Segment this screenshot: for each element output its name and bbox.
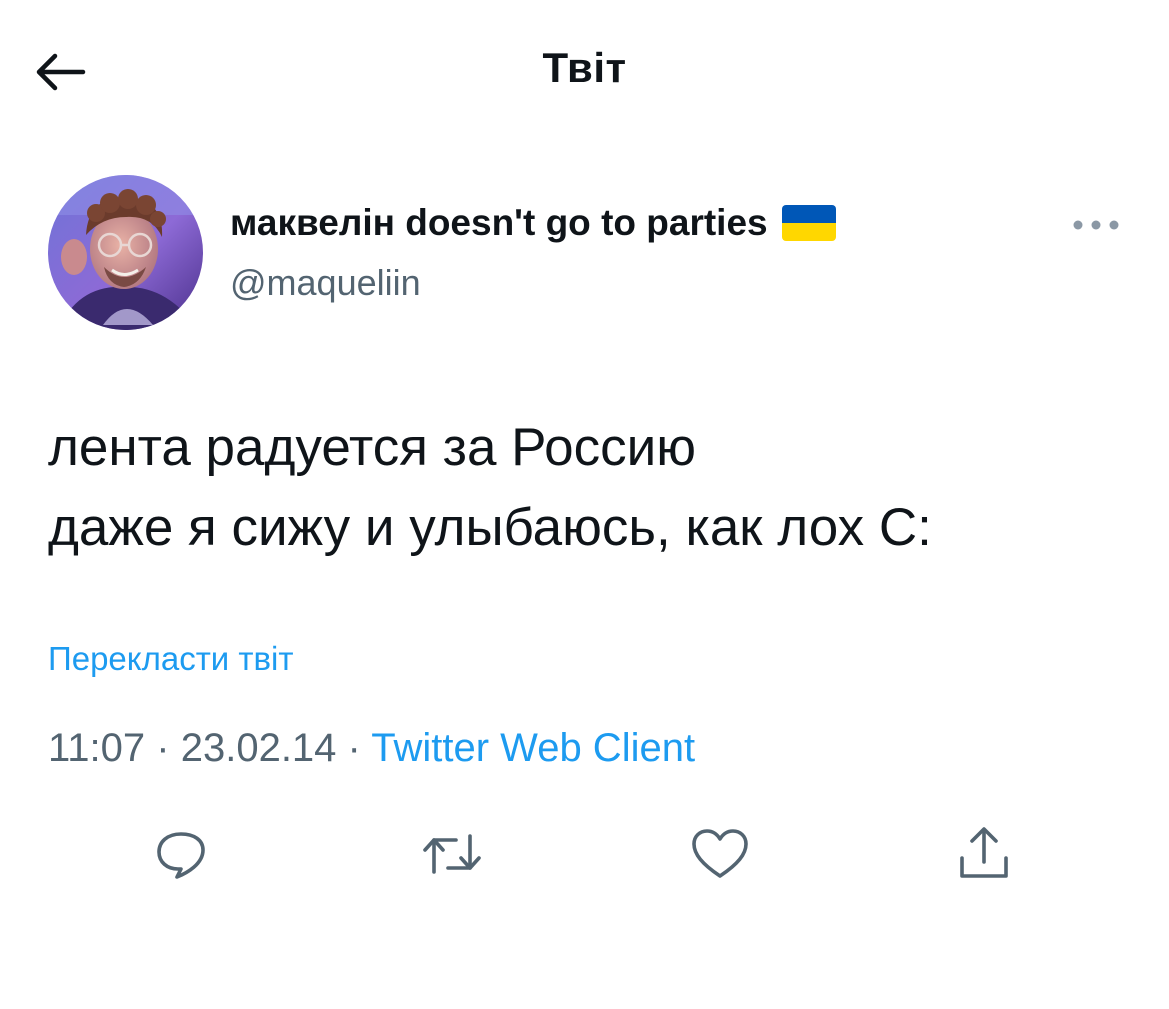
user-name-row: маквелін doesn't go to parties xyxy=(230,202,836,244)
tweet-meta: 11:07 · 23.02.14 · Twitter Web Client xyxy=(48,726,695,771)
page-title: Твіт xyxy=(542,44,627,91)
more-options-button[interactable] xyxy=(1068,210,1124,240)
top-bar: Твіт xyxy=(0,0,1169,145)
meta-separator: · xyxy=(347,726,361,770)
tweet-text: лента радуется за Россию даже я сижу и у… xyxy=(48,408,1128,568)
tweet-time: 11:07 xyxy=(48,726,146,770)
tweet-text-line: лента радуется за Россию xyxy=(48,418,697,477)
tweet-date: 23.02.14 xyxy=(180,726,337,770)
heart-icon xyxy=(692,829,748,878)
avatar-image xyxy=(48,175,203,330)
user-name[interactable]: маквелін doesn't go to parties xyxy=(230,202,768,244)
user-handle[interactable]: @maqueliin xyxy=(230,262,421,304)
avatar[interactable] xyxy=(48,175,203,330)
like-button[interactable] xyxy=(688,822,752,886)
ukraine-flag-icon xyxy=(781,205,836,241)
share-icon xyxy=(960,827,1008,878)
retweet-icon xyxy=(423,834,481,874)
reply-button[interactable] xyxy=(149,822,213,886)
reply-icon xyxy=(157,832,205,879)
share-button[interactable] xyxy=(952,822,1016,886)
more-dots-icon xyxy=(1073,220,1119,230)
translate-tweet-link[interactable]: Перекласти твіт xyxy=(48,640,294,678)
tweet-source-link[interactable]: Twitter Web Client xyxy=(371,726,695,770)
meta-separator: · xyxy=(156,726,170,770)
tweet-text-line: даже я сижу и улыбаюсь, как лох С: xyxy=(48,498,932,557)
retweet-button[interactable] xyxy=(420,822,484,886)
